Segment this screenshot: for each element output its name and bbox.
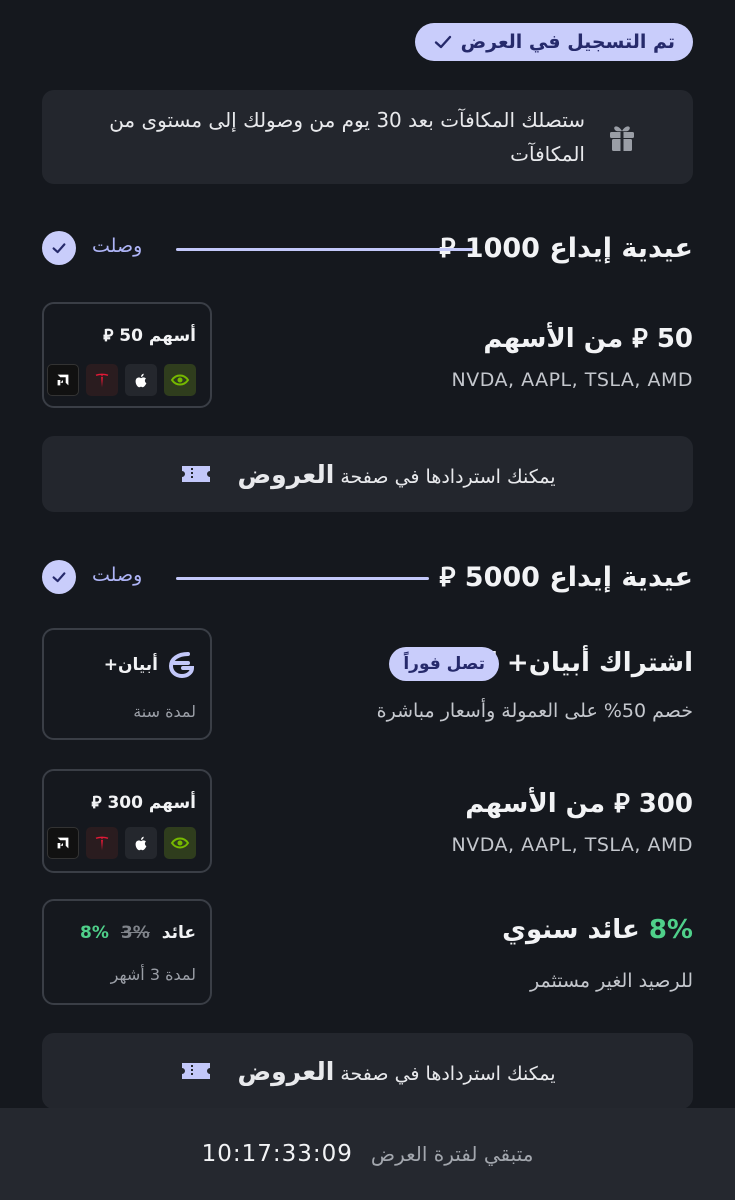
checkmark-icon (434, 35, 451, 49)
check-circle-icon (42, 560, 76, 594)
redeem-text: يمكنك استردادها في صفحة العروض (238, 460, 556, 489)
yield-label: عائد سنوي (502, 915, 640, 945)
apple-logo-icon (125, 364, 157, 396)
reward-subtitle: خصم 50% على العمولة وأسعار مباشرة (376, 700, 693, 722)
redeem-offers-card[interactable]: يمكنك استردادها في صفحة العروض (42, 1033, 693, 1109)
redeem-prefix: يمكنك استردادها في صفحة (340, 1062, 556, 1085)
progress-line (176, 248, 473, 251)
gift-icon (610, 126, 634, 151)
offer-countdown-footer: متبقي لفترة العرض 10:17:33:09 (0, 1108, 735, 1200)
milestone-title: عيدية إيداع 5000 ⃁ (439, 562, 693, 593)
reward-title-yield: 8% عائد سنوي (502, 915, 693, 945)
redeem-text: يمكنك استردادها في صفحة العروض (238, 1057, 556, 1086)
reward-box-label: أبيان+ (103, 655, 158, 675)
abyan-logo-icon (168, 652, 195, 679)
reward-subtitle: للرصيد الغير مستثمر (530, 970, 693, 992)
milestone-status: وصلت (92, 235, 143, 257)
redeem-offers-card[interactable]: يمكنك استردادها في صفحة العروض (42, 436, 693, 512)
rewards-info-card: ستصلك المكافآت بعد 30 يوم من وصولك إلى م… (42, 90, 693, 184)
amd-logo-icon (47, 364, 79, 396)
instant-badge: تصل فوراً (389, 647, 499, 681)
old-yield: 3% (120, 923, 150, 943)
ticket-icon (181, 466, 210, 482)
tesla-logo-icon (86, 364, 118, 396)
stock-logos (47, 827, 196, 859)
reward-box-stocks-300: أسهم 300 ⃁ (42, 769, 212, 873)
amd-logo-icon (47, 827, 79, 859)
milestone-5000: عيدية إيداع 5000 ⃁ وصلت (42, 560, 693, 596)
enrolled-label: تم التسجيل في العرض (460, 31, 675, 53)
countdown-timer: 10:17:33:09 (201, 1141, 353, 1167)
redeem-link[interactable]: العروض (238, 1057, 335, 1086)
milestone-status: وصلت (92, 564, 143, 586)
new-yield: 8% (80, 923, 109, 943)
redeem-prefix: يمكنك استردادها في صفحة (340, 465, 556, 488)
reward-box-duration: لمدة سنة (133, 702, 196, 721)
reward-box-yield: عائد 3% 8% لمدة 3 أشهر (42, 899, 212, 1005)
reward-title: 50 ⃁ من الأسهم (483, 324, 693, 354)
reward-box-duration: لمدة 3 أشهر (110, 965, 196, 984)
nvidia-logo-icon (164, 364, 196, 396)
stock-logos (47, 364, 196, 396)
progress-line (176, 577, 429, 580)
tesla-logo-icon (86, 827, 118, 859)
milestone-1000: عيدية إيداع 1000 ⃁ وصلت (42, 231, 693, 267)
yield-percent: 8% (648, 915, 693, 945)
reward-box-label: أسهم 300 ⃁ (91, 793, 196, 813)
enrolled-badge: تم التسجيل في العرض (414, 23, 693, 61)
reward-tickers: NVDA, AAPL, TSLA, AMD (451, 834, 693, 856)
reward-tickers: NVDA, AAPL, TSLA, AMD (451, 369, 693, 391)
redeem-link[interactable]: العروض (238, 460, 335, 489)
milestone-title: عيدية إيداع 1000 ⃁ (439, 233, 693, 264)
countdown-label: متبقي لفترة العرض (370, 1142, 534, 1166)
reward-box-stocks-50: أسهم 50 ⃁ (42, 302, 212, 408)
rewards-info-text: ستصلك المكافآت بعد 30 يوم من وصولك إلى م… (109, 108, 585, 166)
nvidia-logo-icon (164, 827, 196, 859)
ticket-icon (181, 1063, 210, 1079)
reward-box-label: أسهم 50 ⃁ (103, 326, 196, 346)
reward-box-label: عائد (161, 923, 196, 943)
apple-logo-icon (125, 827, 157, 859)
reward-box-abyan-plus: أبيان+ لمدة سنة (42, 628, 212, 740)
check-circle-icon (42, 231, 76, 265)
reward-title: 300 ⃁ من الأسهم (465, 789, 693, 819)
